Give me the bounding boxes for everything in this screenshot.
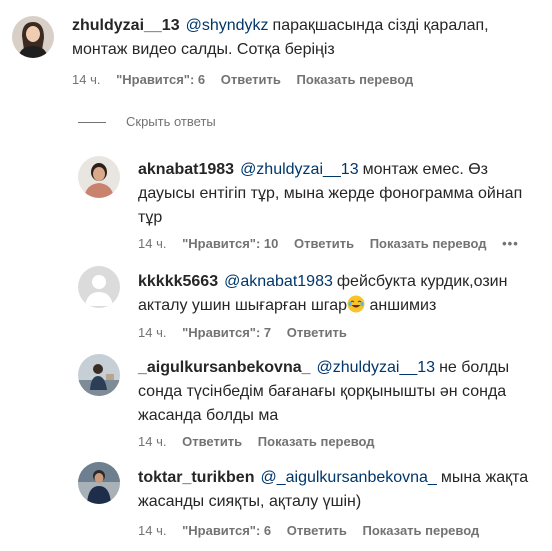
- reply: kkkkk5663 @aknabat1983 фейсбукта курдик,оз…: [0, 262, 552, 342]
- comment-likes[interactable]: "Нравится": 6: [116, 72, 205, 87]
- reply-username[interactable]: aknabat1983: [138, 161, 234, 178]
- reply-username[interactable]: _aigulkursanbekovna_: [138, 359, 311, 376]
- reply-meta: 14 ч. "Нравится": 6 Ответить Показать пе…: [138, 523, 491, 539]
- reply-text: toktar_turikben @_aigulkursanbekovna_ мына…: [138, 466, 542, 514]
- comment-meta: 14 ч. "Нравится": 6 Ответить Показать пе…: [72, 72, 425, 88]
- more-options-icon[interactable]: •••: [502, 236, 519, 251]
- reply-meta: 14 ч. Ответить Показать перевод: [138, 434, 387, 450]
- user-photo-icon: [12, 16, 54, 58]
- reply-button[interactable]: Ответить: [182, 434, 242, 449]
- reply-time[interactable]: 14 ч.: [138, 434, 166, 449]
- comment-time[interactable]: 14 ч.: [72, 72, 100, 87]
- reply-likes[interactable]: "Нравится": 7: [182, 325, 271, 340]
- avatar[interactable]: [78, 354, 120, 396]
- reply: toktar_turikben @_aigulkursanbekovna_ мына…: [0, 460, 552, 551]
- reply-likes[interactable]: "Нравится": 10: [182, 236, 278, 251]
- user-photo-icon: [78, 462, 120, 504]
- comment-username[interactable]: zhuldyzai__13: [72, 17, 180, 34]
- reply-mention[interactable]: @zhuldyzai__13: [240, 161, 359, 178]
- default-avatar-icon: [78, 266, 120, 308]
- reply-meta: 14 ч. "Нравится": 10 Ответить Показать п…: [138, 236, 531, 252]
- reply-mention[interactable]: @aknabat1983: [224, 273, 333, 290]
- user-photo-icon: [78, 354, 120, 396]
- reply-text: _aigulkursanbekovna_ @zhuldyzai__13 не бол…: [138, 356, 542, 428]
- reply-button[interactable]: Ответить: [294, 236, 354, 251]
- reply-text: aknabat1983 @zhuldyzai__13 монтаж емес. Өз…: [138, 158, 542, 230]
- hide-replies-line: [78, 121, 106, 123]
- reply-meta: 14 ч. "Нравится": 7 Ответить: [138, 325, 359, 341]
- hide-replies-label: Скрыть ответы: [126, 114, 216, 129]
- reply-time[interactable]: 14 ч.: [138, 523, 166, 538]
- reply-username[interactable]: toktar_turikben: [138, 469, 254, 486]
- reply-mention[interactable]: @_aigulkursanbekovna_: [260, 469, 436, 486]
- reply-button[interactable]: Ответить: [287, 325, 347, 340]
- reply-text: kkkkk5663 @aknabat1983 фейсбукта курдик,оз…: [138, 270, 542, 318]
- laughing-face-icon: [347, 295, 365, 313]
- comment-text: zhuldyzai__13 @shyndykz парақшасында сізді…: [72, 14, 542, 62]
- comment-mention[interactable]: @shyndykz: [186, 17, 269, 34]
- reply-time[interactable]: 14 ч.: [138, 236, 166, 251]
- reply: aknabat1983 @zhuldyzai__13 монтаж емес. Өз…: [0, 150, 552, 260]
- reply-likes[interactable]: "Нравится": 6: [182, 523, 271, 538]
- reply-body-end: аншимиз: [369, 297, 437, 314]
- translate-button[interactable]: Показать перевод: [258, 434, 375, 449]
- comment: zhuldyzai__13 @shyndykz парақшасында сізді…: [0, 0, 552, 100]
- avatar[interactable]: [12, 16, 54, 58]
- translate-button[interactable]: Показать перевод: [362, 523, 479, 538]
- reply-username[interactable]: kkkkk5663: [138, 273, 218, 290]
- user-photo-icon: [78, 156, 120, 198]
- reply-button[interactable]: Ответить: [221, 72, 281, 87]
- reply-button[interactable]: Ответить: [287, 523, 347, 538]
- avatar[interactable]: [78, 156, 120, 198]
- translate-button[interactable]: Показать перевод: [370, 236, 487, 251]
- avatar[interactable]: [78, 462, 120, 504]
- translate-button[interactable]: Показать перевод: [296, 72, 413, 87]
- reply-mention[interactable]: @zhuldyzai__13: [317, 359, 436, 376]
- reply-time[interactable]: 14 ч.: [138, 325, 166, 340]
- avatar[interactable]: [78, 266, 120, 308]
- hide-replies-button[interactable]: Скрыть ответы: [78, 114, 216, 130]
- reply: _aigulkursanbekovna_ @zhuldyzai__13 не бол…: [0, 352, 552, 452]
